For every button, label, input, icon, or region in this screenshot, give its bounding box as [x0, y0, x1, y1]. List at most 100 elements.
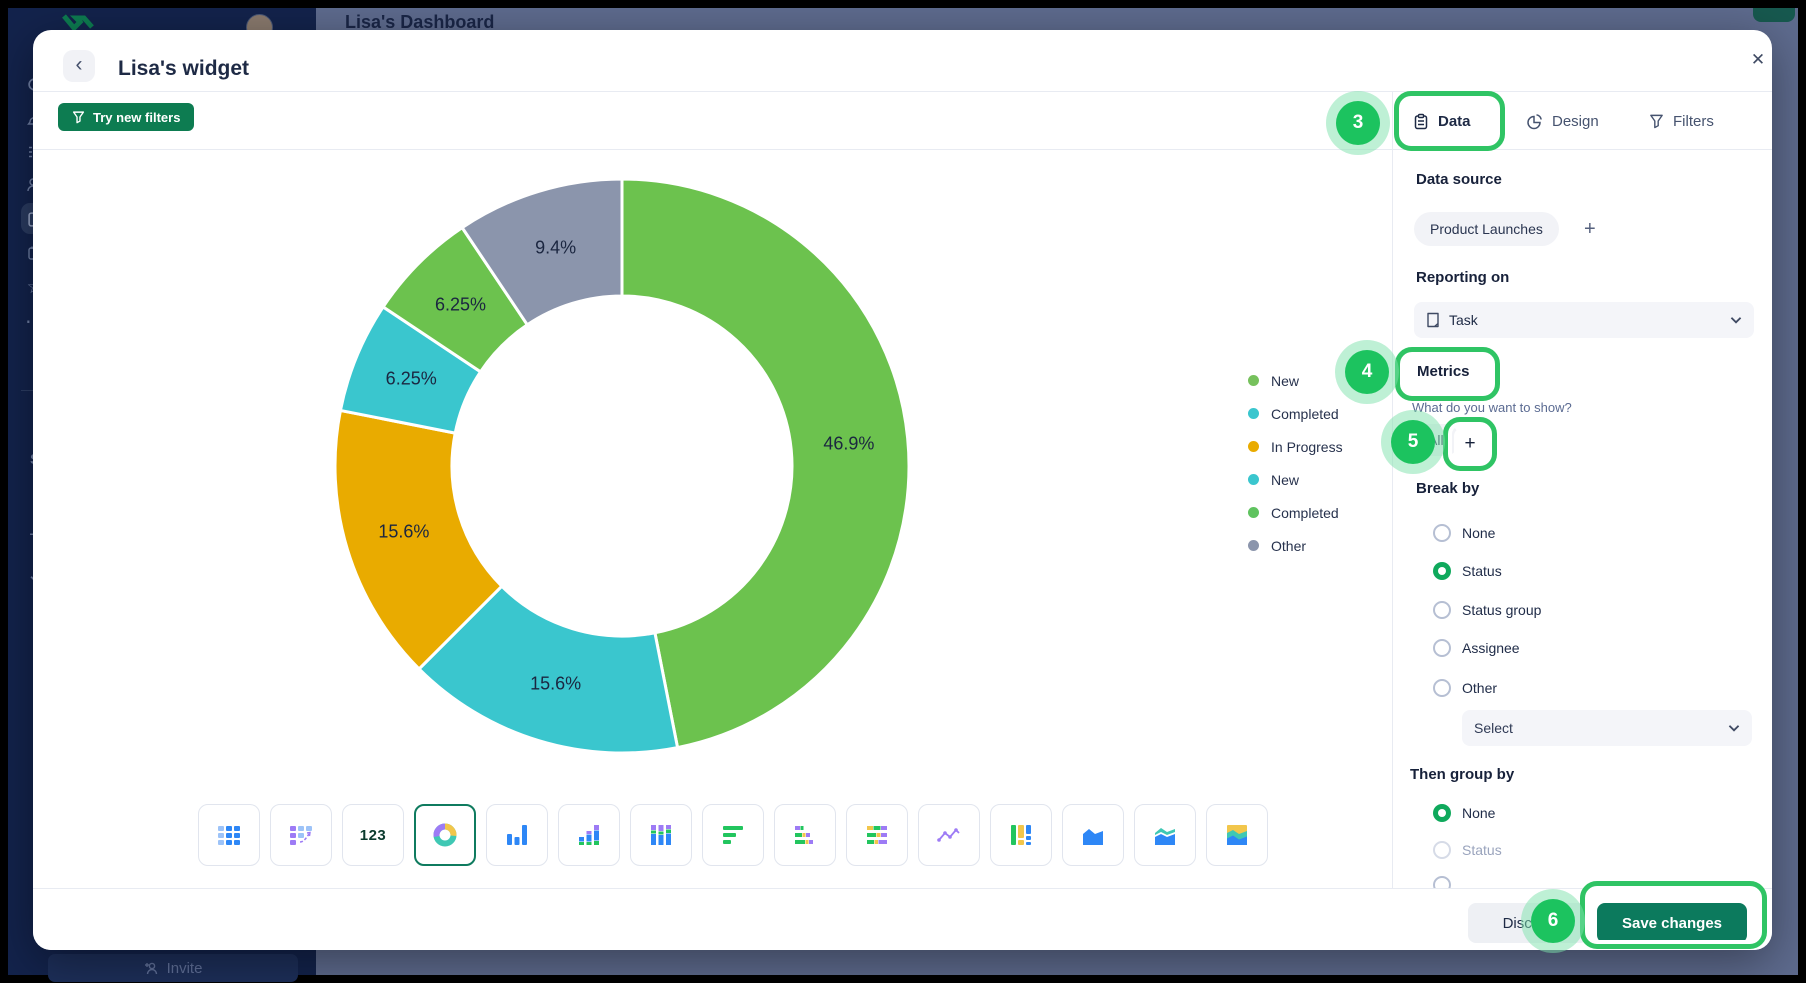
legend-dot — [1248, 540, 1259, 551]
widget-title: Lisa's widget — [118, 57, 249, 81]
step-badge-6: 6 — [1531, 899, 1575, 943]
then-group-by-option-none[interactable]: None — [1433, 803, 1495, 823]
radio-icon[interactable] — [1433, 679, 1451, 697]
number-glyph: 123 — [360, 827, 387, 844]
break-by-other-select[interactable]: Select — [1462, 710, 1752, 746]
chart-type-pivot-table[interactable] — [270, 804, 332, 866]
chart-type-donut[interactable] — [414, 804, 476, 866]
step-badge-5: 5 — [1391, 420, 1435, 464]
reporting-on-select[interactable]: Task — [1414, 302, 1754, 338]
legend-label: Completed — [1271, 505, 1339, 521]
slice-percentage-label: 15.6% — [378, 522, 429, 543]
add-data-source-icon[interactable]: + — [1584, 218, 1596, 241]
radio-label: None — [1462, 525, 1495, 541]
select-placeholder: Select — [1474, 720, 1513, 736]
break-by-option-status-group[interactable]: Status group — [1433, 600, 1541, 620]
radio-label: Other — [1462, 680, 1497, 696]
metrics-subtitle: What do you want to show? — [1412, 400, 1572, 415]
chart-legend: New Completed In Progress New Completed … — [1248, 370, 1343, 568]
panel-divider — [1392, 91, 1393, 888]
legend-item[interactable]: Other — [1248, 535, 1343, 556]
reporting-on-value: Task — [1449, 312, 1478, 328]
radio-icon[interactable] — [1433, 639, 1451, 657]
legend-dot — [1248, 408, 1259, 419]
break-by-option-other[interactable]: Other — [1433, 678, 1497, 698]
chevron-down-icon — [1728, 724, 1740, 732]
chart-type-picker: 123 — [198, 804, 1268, 866]
radio-label: Assignee — [1462, 640, 1520, 656]
funnel-icon — [1649, 113, 1664, 129]
chart-type-percent-stacked-column[interactable] — [630, 804, 692, 866]
chart-type-percent-stacked-area[interactable] — [1206, 804, 1268, 866]
slice-percentage-label: 46.9% — [823, 433, 874, 454]
radio-label: Status group — [1462, 602, 1541, 618]
break-by-option-assignee[interactable]: Assignee — [1433, 638, 1520, 658]
radio-label: Status — [1462, 842, 1502, 858]
legend-label: New — [1271, 373, 1299, 389]
donut-chart: 46.9%15.6%15.6%6.25%6.25%9.4% — [332, 176, 912, 756]
chart-type-stacked-area[interactable] — [1134, 804, 1196, 866]
slice-percentage-label: 6.25% — [386, 369, 437, 390]
header-divider — [33, 91, 1772, 92]
legend-item[interactable]: New — [1248, 469, 1343, 490]
radio-label: None — [1462, 805, 1495, 821]
legend-item[interactable]: Completed — [1248, 403, 1343, 424]
radio-icon[interactable] — [1433, 601, 1451, 619]
tab-data[interactable]: Data — [1413, 109, 1471, 133]
reporting-on-heading: Reporting on — [1416, 269, 1509, 286]
radio-selected-icon[interactable] — [1433, 562, 1451, 580]
legend-dot — [1248, 441, 1259, 452]
legend-item[interactable]: In Progress — [1248, 436, 1343, 457]
metrics-heading: Metrics — [1417, 363, 1470, 380]
try-new-filters-label: Try new filters — [93, 110, 180, 125]
legend-item[interactable]: Completed — [1248, 502, 1343, 523]
widget-editor-modal: ‹ Lisa's widget ✕ Try new filters Data D… — [33, 30, 1772, 950]
break-by-heading: Break by — [1416, 480, 1479, 497]
chart-type-area[interactable] — [1062, 804, 1124, 866]
close-icon[interactable]: ✕ — [1745, 47, 1771, 73]
task-doc-icon — [1426, 312, 1440, 328]
chart-type-table[interactable] — [198, 804, 260, 866]
data-source-heading: Data source — [1416, 171, 1502, 188]
try-new-filters-button[interactable]: Try new filters — [58, 103, 194, 131]
save-changes-button[interactable]: Save changes — [1597, 903, 1747, 943]
legend-label: In Progress — [1271, 439, 1343, 455]
clipboard-icon — [1413, 113, 1429, 130]
radio-disabled-icon — [1433, 841, 1451, 859]
modal-footer: Discard Save changes — [33, 888, 1772, 950]
chart-type-board[interactable] — [990, 804, 1052, 866]
chart-type-stacked-bar[interactable] — [774, 804, 836, 866]
radio-icon[interactable] — [1433, 524, 1451, 542]
add-metric-button[interactable]: + — [1454, 428, 1486, 460]
tab-filters[interactable]: Filters — [1649, 109, 1714, 133]
active-tab-underline — [1412, 145, 1478, 149]
chart-type-column[interactable] — [486, 804, 548, 866]
donut-slice-new[interactable] — [622, 179, 909, 748]
tab-filters-label: Filters — [1673, 113, 1714, 130]
back-button[interactable]: ‹ — [63, 50, 95, 82]
chevron-down-icon — [1730, 316, 1742, 324]
tab-design-label: Design — [1552, 113, 1599, 130]
pie-chart-icon — [1526, 113, 1543, 130]
chart-type-stacked-column[interactable] — [558, 804, 620, 866]
chart-type-bar[interactable] — [702, 804, 764, 866]
legend-item[interactable]: New — [1248, 370, 1343, 391]
invite-label: Invite — [167, 960, 203, 977]
radio-selected-icon[interactable] — [1433, 804, 1451, 822]
screen: ☆ ⋯ S + Invite Lisa's Dashboard ‹ Lisa's… — [0, 0, 1806, 983]
then-group-by-option-status: Status — [1433, 840, 1502, 860]
chart-type-percent-stacked-bar[interactable] — [846, 804, 908, 866]
break-by-option-none[interactable]: None — [1433, 523, 1495, 543]
slice-percentage-label: 9.4% — [535, 237, 576, 258]
legend-dot — [1248, 474, 1259, 485]
break-by-option-status[interactable]: Status — [1433, 561, 1502, 581]
slice-percentage-label: 6.25% — [435, 295, 486, 316]
legend-label: New — [1271, 472, 1299, 488]
invite-button[interactable]: Invite — [48, 954, 298, 982]
data-source-chip[interactable]: Product Launches — [1414, 212, 1559, 246]
tab-design[interactable]: Design — [1526, 109, 1599, 133]
legend-label: Completed — [1271, 406, 1339, 422]
chart-type-number[interactable]: 123 — [342, 804, 404, 866]
chart-type-line[interactable] — [918, 804, 980, 866]
tab-data-label: Data — [1438, 113, 1471, 130]
